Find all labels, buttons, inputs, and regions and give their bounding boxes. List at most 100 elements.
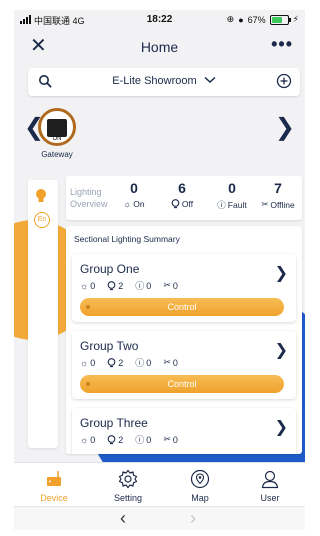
gateway-button[interactable]: ON [38, 108, 76, 146]
battery-percent: 67% [247, 14, 266, 25]
add-location-icon[interactable] [276, 73, 292, 89]
location-selector[interactable]: E-Lite Showroom [28, 75, 300, 87]
user-icon [261, 470, 279, 489]
group-stats: ☼ 0 2 ⓘ 0 ✂ 0 [80, 356, 178, 369]
control-button[interactable]: Control [80, 298, 284, 316]
overview-fault[interactable]: 0 ⓘ Fault [212, 180, 252, 211]
overview-offline[interactable]: 7 ✂ Offline [256, 180, 300, 210]
group-stats: ☼ 0 2 ⓘ 0 ✂ 0 [80, 433, 178, 446]
control-button-label: Control [167, 379, 197, 389]
chevron-right-icon[interactable]: ❯ [275, 420, 288, 436]
group-on-count: 0 [90, 357, 96, 368]
group-on-count: 0 [90, 434, 96, 445]
status-bar: 中国联通 4G 18:22 ⊕ ● 67% ⚡ [14, 10, 305, 30]
overview-on-count: 0 [130, 180, 138, 196]
chevron-right-icon[interactable]: ❯ [275, 343, 288, 359]
sun-icon: ☼ [80, 434, 89, 445]
location-bar: E-Lite Showroom [28, 68, 300, 96]
bulb-outline-icon [107, 434, 116, 444]
browser-toolbar: ‹ › [14, 506, 305, 530]
group-card[interactable]: Group Two ❯ ☼ 0 2 ⓘ 0 ✂ 0 Control [72, 331, 296, 399]
app-header: ✕ Home ••• [14, 30, 305, 64]
group-offline-count: 0 [172, 357, 178, 368]
group-off-count: 2 [118, 280, 124, 291]
group-name: Group Three [80, 416, 148, 430]
group-on-count: 0 [90, 280, 96, 291]
gateway-state: ON [52, 136, 62, 142]
battery-fill [271, 16, 282, 23]
lighting-overview: Lighting Overview 0 ☼ On 6 Off 0 ⓘ Fault… [66, 176, 302, 220]
bulb-outline-icon [171, 199, 180, 209]
battery-icon [269, 14, 291, 25]
bulb-outline-icon [107, 357, 116, 367]
nav-user-label: User [260, 493, 280, 503]
unlink-icon: ✂ [261, 199, 269, 209]
alert-icon: ⓘ [135, 358, 145, 368]
alert-icon: ⓘ [135, 281, 145, 291]
overview-on-label: On [133, 199, 145, 209]
chevron-right-icon[interactable]: ❯ [275, 266, 288, 282]
overview-fault-label: Fault [227, 200, 247, 210]
sun-icon: ☼ [80, 280, 89, 291]
group-off-count: 2 [118, 357, 124, 368]
chevron-down-icon [204, 76, 216, 84]
overview-offline-count: 7 [274, 180, 282, 196]
lock-rotation-icon: ⊕ [226, 14, 235, 24]
overview-title: Lighting Overview [70, 187, 108, 209]
app-screen: 中国联通 4G 18:22 ⊕ ● 67% ⚡ ✕ Home ••• E-Lit… [14, 10, 305, 530]
next-gateway-icon[interactable]: ❯ [275, 116, 295, 140]
gateway-label: Gateway [41, 150, 73, 159]
side-panel: En [28, 180, 58, 448]
overview-off-label: Off [181, 199, 194, 209]
nav-map-label: Map [191, 493, 209, 503]
alert-icon: ⓘ [135, 435, 145, 445]
gateway-device-icon [47, 119, 67, 137]
unlink-icon: ✂ [163, 434, 171, 444]
group-stats: ☼ 0 2 ⓘ 0 ✂ 0 [80, 279, 178, 292]
bottom-navigation: Device Setting Map User [14, 462, 305, 507]
summary-title: Sectional Lighting Summary [74, 234, 180, 244]
group-offline-count: 0 [172, 280, 178, 291]
group-card[interactable]: Group One ❯ ☼ 0 2 ⓘ 0 ✂ 0 Control [72, 254, 296, 322]
alert-icon: ⓘ [217, 200, 226, 210]
group-offline-count: 0 [172, 434, 178, 445]
language-toggle[interactable]: En [34, 212, 50, 228]
forward-arrow-icon[interactable]: › [190, 508, 196, 529]
charging-icon: ⚡ [292, 14, 299, 24]
slider-dot-icon [86, 305, 90, 309]
page-title: Home [140, 39, 179, 55]
overview-offline-label: Offline [270, 199, 295, 210]
nav-setting-label: Setting [113, 493, 143, 503]
back-arrow-icon[interactable]: ‹ [120, 508, 126, 529]
control-button-label: Control [167, 302, 197, 312]
nav-device-label: Device [40, 493, 68, 503]
nav-user[interactable]: User [240, 468, 300, 503]
more-options-icon[interactable]: ••• [271, 35, 293, 53]
unlink-icon: ✂ [163, 357, 171, 367]
nav-setting[interactable]: Setting [98, 468, 158, 503]
group-fault-count: 0 [146, 280, 152, 291]
gear-icon [118, 469, 138, 489]
slider-dot-icon [86, 382, 90, 386]
map-pin-icon [190, 469, 210, 489]
overview-off[interactable]: 6 Off [162, 180, 202, 209]
bulb-icon[interactable] [35, 188, 47, 204]
overview-fault-count: 0 [228, 180, 236, 196]
unlink-icon: ✂ [163, 280, 171, 290]
group-name: Group Two [80, 339, 139, 353]
group-fault-count: 0 [146, 357, 152, 368]
bulb-outline-icon [107, 280, 116, 290]
group-fault-count: 0 [146, 434, 152, 445]
sun-icon: ☼ [80, 357, 89, 368]
group-card[interactable]: Group Three ❯ ☼ 0 2 ⓘ 0 ✂ 0 [72, 408, 296, 454]
nav-map[interactable]: Map [170, 468, 230, 503]
location-name: E-Lite Showroom [112, 75, 197, 87]
nav-device[interactable]: Device [24, 468, 84, 503]
overview-off-count: 6 [178, 180, 186, 196]
device-icon [47, 471, 61, 486]
sun-icon: ☼ [123, 199, 132, 209]
overview-on[interactable]: 0 ☼ On [114, 180, 154, 209]
control-button[interactable]: Control [80, 375, 284, 393]
sectional-summary: Sectional Lighting Summary Group One ❯ ☼… [66, 226, 302, 454]
group-name: Group One [80, 262, 140, 276]
